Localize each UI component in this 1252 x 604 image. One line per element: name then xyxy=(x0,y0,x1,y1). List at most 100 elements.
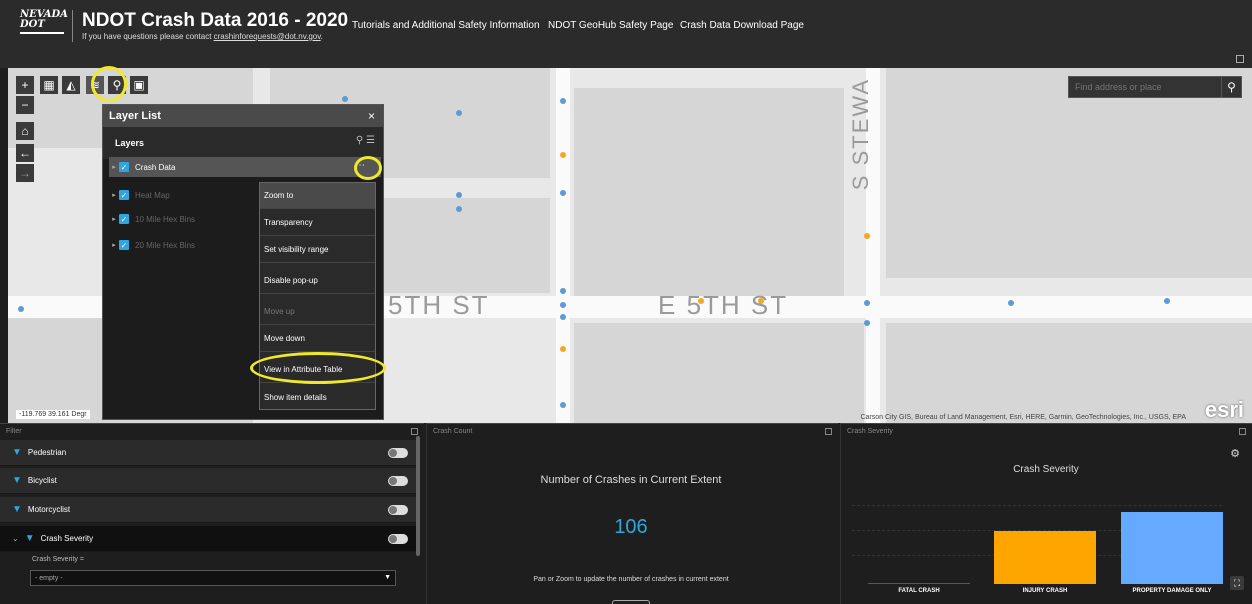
crash-point[interactable] xyxy=(1008,300,1014,306)
filter-row-crash-severity[interactable]: ⌄ ▼ Crash Severity xyxy=(0,526,418,552)
chart-category-label: INJURY CRASH xyxy=(1022,588,1068,594)
crash-point[interactable] xyxy=(456,192,462,198)
nav-tutorials-link[interactable]: Tutorials and Additional Safety Informat… xyxy=(352,20,540,31)
crash-point[interactable] xyxy=(18,306,24,312)
road-label-stewart: S STEWA xyxy=(848,78,873,191)
gear-icon[interactable]: ⚙ xyxy=(1230,447,1240,460)
panel-maximize-button[interactable] xyxy=(1239,428,1246,435)
menu-show-item-details[interactable]: Show item details xyxy=(260,384,375,410)
filter-toggle[interactable] xyxy=(388,534,408,544)
filter-row-motorcyclist[interactable]: ▼ Motorcyclist xyxy=(0,497,418,523)
zoom-out-button[interactable]: − xyxy=(16,96,34,114)
menu-zoom-to[interactable]: Zoom to xyxy=(260,183,375,209)
crash-point[interactable] xyxy=(342,96,348,102)
ndot-logo[interactable]: NEVADA DOT xyxy=(20,10,68,34)
filter-widget-button[interactable]: ◭ xyxy=(62,76,80,94)
search-input[interactable] xyxy=(1069,82,1219,92)
home-button[interactable]: ⌂ xyxy=(16,122,34,140)
filter-list-icon[interactable]: ☰ xyxy=(366,135,375,146)
layer-checkbox[interactable]: ✓ xyxy=(119,162,129,172)
contact-email-link[interactable]: crashinforequests@dot.nv.gov xyxy=(214,32,321,41)
filter-row-bicyclist[interactable]: ▼ Bicyclist xyxy=(0,468,418,494)
about-button[interactable]: ▣ xyxy=(130,76,148,94)
crash-point-injury[interactable] xyxy=(758,298,764,304)
crash-point[interactable] xyxy=(560,402,566,408)
crash-point[interactable] xyxy=(456,206,462,212)
search-icon[interactable]: ⚲ xyxy=(356,135,363,146)
crash-count-heading: Number of Crashes in Current Extent xyxy=(540,474,722,486)
app-subtitle: If you have questions please contact cra… xyxy=(82,32,323,41)
funnel-icon: ▼ xyxy=(12,504,22,515)
severity-select[interactable]: - empty - ▼ xyxy=(30,570,396,586)
esri-logo[interactable]: esri xyxy=(1205,397,1244,423)
crash-point[interactable] xyxy=(560,98,566,104)
chart-category-label: PROPERTY DAMAGE ONLY xyxy=(1132,588,1212,594)
filter-row-pedestrian[interactable]: ▼ Pedestrian xyxy=(0,440,418,466)
expand-caret-icon[interactable]: ▸ xyxy=(109,191,119,199)
caret-down-icon: ▼ xyxy=(384,574,391,581)
road-label-5th-st-west: 5TH ST xyxy=(388,290,490,320)
expand-caret-icon[interactable]: ▸ xyxy=(109,241,119,249)
panel-maximize-button[interactable] xyxy=(825,428,832,435)
crash-point-injury[interactable] xyxy=(560,152,566,158)
expand-caret-icon[interactable]: ▸ xyxy=(109,215,119,223)
app-header: NEVADA DOT NDOT Crash Data 2016 - 2020 I… xyxy=(0,0,1252,52)
nav-download-link[interactable]: Crash Data Download Page xyxy=(680,20,804,31)
address-search[interactable]: ⚲ xyxy=(1068,76,1242,98)
map-maximize-button[interactable] xyxy=(1236,55,1244,63)
next-extent-button[interactable]: → xyxy=(16,164,34,182)
menu-move-down[interactable]: Move down xyxy=(260,326,375,352)
menu-disable-popup[interactable]: Disable pop-up xyxy=(260,268,375,294)
crash-point[interactable] xyxy=(560,302,566,308)
fullscreen-icon[interactable]: ⛶ xyxy=(1230,576,1244,590)
chart-bar-1[interactable] xyxy=(868,583,970,584)
map-top-bar xyxy=(0,52,1252,68)
previous-extent-button[interactable]: ← xyxy=(16,144,34,162)
crash-point[interactable] xyxy=(456,110,462,116)
chart-category-label: FATAL CRASH xyxy=(898,588,940,594)
expand-caret-icon[interactable]: ▸ xyxy=(109,163,119,171)
chart-bar-2[interactable] xyxy=(994,531,1096,584)
crash-point-injury[interactable] xyxy=(560,346,566,352)
filter-toggle[interactable] xyxy=(388,476,408,486)
menu-transparency[interactable]: Transparency xyxy=(260,210,375,236)
crash-point[interactable] xyxy=(560,288,566,294)
crash-count-value: 106 xyxy=(614,516,648,538)
severity-select-value: - empty - xyxy=(35,574,63,582)
filter-toggle[interactable] xyxy=(388,448,408,458)
filter-toggle[interactable] xyxy=(388,505,408,515)
crash-point[interactable] xyxy=(560,190,566,196)
menu-visibility-range[interactable]: Set visibility range xyxy=(260,237,375,263)
crash-point[interactable] xyxy=(1164,298,1170,304)
filter-scrollbar[interactable] xyxy=(416,436,420,556)
funnel-icon: ▼ xyxy=(24,533,35,544)
zoom-in-button[interactable]: + xyxy=(16,76,34,94)
layer-label: Heat Map xyxy=(135,190,170,200)
panel-maximize-button[interactable] xyxy=(411,428,418,435)
layer-checkbox[interactable]: ✓ xyxy=(119,190,129,200)
basemap-gallery-button[interactable]: ▦ xyxy=(40,76,58,94)
crash-point[interactable] xyxy=(864,300,870,306)
close-icon[interactable]: × xyxy=(368,109,375,123)
nav-geohub-link[interactable]: NDOT GeoHub Safety Page xyxy=(548,20,673,31)
layer-checkbox[interactable]: ✓ xyxy=(119,240,129,250)
crash-point[interactable] xyxy=(560,314,566,320)
layer-label: 20 Mile Hex Bins xyxy=(135,240,196,250)
crash-point-injury[interactable] xyxy=(698,298,704,304)
layer-list-tools[interactable]: ⚲ ☰ xyxy=(356,135,375,146)
chart-bar-3[interactable] xyxy=(1121,512,1223,584)
chevron-down-icon[interactable]: ⌄ xyxy=(12,534,19,543)
filter-label: Pedestrian xyxy=(27,448,67,457)
search-button[interactable]: ⚲ xyxy=(1221,77,1241,97)
crash-count-button[interactable] xyxy=(612,600,650,604)
arrow-right-icon: → xyxy=(19,166,31,180)
layer-checkbox[interactable]: ✓ xyxy=(119,214,129,224)
crash-count-title: Crash Count xyxy=(433,428,473,435)
crash-point[interactable] xyxy=(864,320,870,326)
filter-label: Bicyclist xyxy=(27,476,57,485)
layer-row-crash-data[interactable]: ▸ ✓ Crash Data ⋯ xyxy=(109,157,381,177)
funnel-icon: ▼ xyxy=(12,447,22,458)
crash-point-injury[interactable] xyxy=(864,233,870,239)
filter-label: Crash Severity xyxy=(40,534,94,543)
severity-filter-label: Crash Severity = xyxy=(32,556,84,563)
